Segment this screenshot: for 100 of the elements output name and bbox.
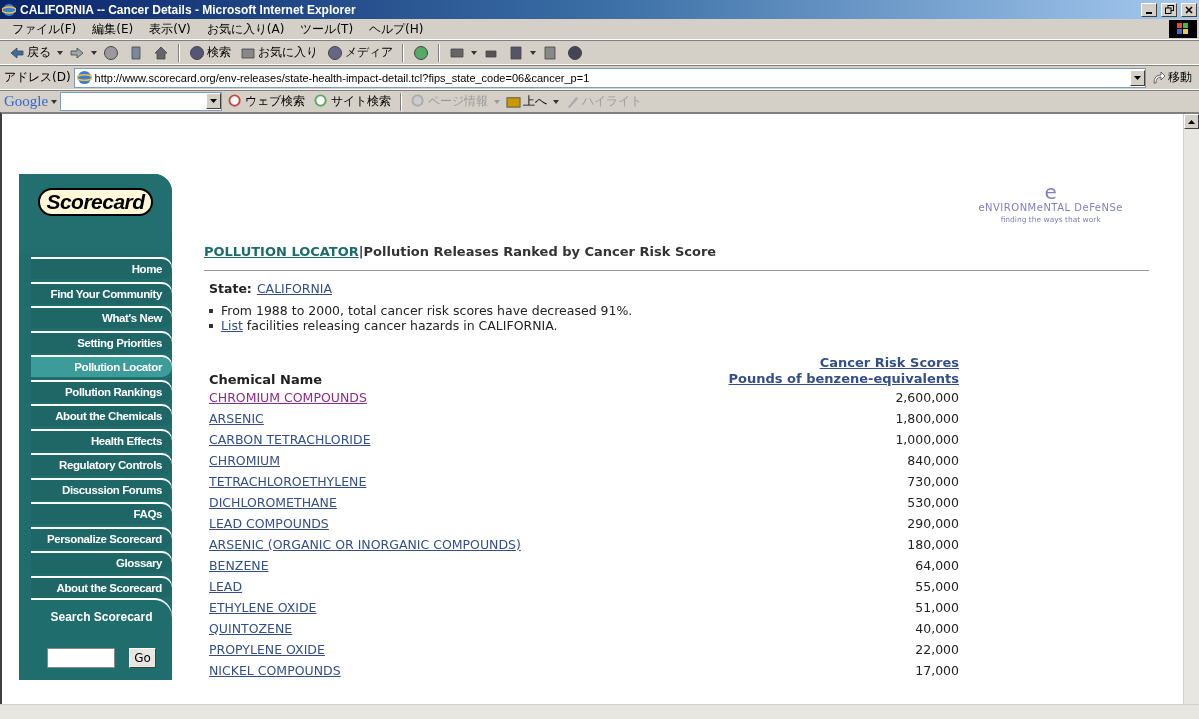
score-cell: 840,000 — [907, 453, 959, 468]
horizontal-scrollbar[interactable] — [0, 704, 1199, 719]
address-field[interactable]: http://www.scorecard.org/env-releases/state-health-impact-detail.tcl?fips_state_code=06&cancer_p=1 — [73, 67, 1146, 88]
chemical-link[interactable]: LEAD — [209, 579, 243, 594]
nav-link[interactable]: Find Your Community — [31, 283, 172, 304]
page-heading: |Pollution Releases Ranked by Cancer Risk Score — [358, 244, 717, 259]
toolbar-button[interactable]: 検索 — [186, 43, 234, 62]
nav-link[interactable]: Glossary — [31, 553, 172, 573]
restore-icon — [1164, 5, 1174, 14]
arrow-icon — [9, 44, 25, 61]
column-header-link[interactable]: Cancer Risk Scores — [819, 355, 959, 370]
chemical-link[interactable]: TETRACHLOROETHYLENE — [209, 474, 367, 489]
menu-item[interactable]: ヘルプ(H) — [361, 20, 432, 38]
nav-link[interactable]: Pollution Rankings — [31, 381, 172, 402]
column-header-link[interactable]: Pounds of benzene-equivalents — [728, 371, 959, 386]
google-toolbar-button[interactable]: サイト検索 — [311, 92, 395, 111]
circle-icon — [567, 44, 583, 61]
dropdown-arrow-icon — [494, 99, 501, 104]
score-cell: 180,000 — [907, 537, 959, 552]
dropdown-arrow-icon — [530, 50, 536, 55]
window-title: CALIFORNIA -- Cancer Details - Microsoft Internet Explorer — [20, 2, 356, 17]
score-cell: 55,000 — [915, 579, 959, 594]
score-cell: 730,000 — [907, 474, 959, 489]
menu-item[interactable]: 編集(E) — [84, 20, 142, 38]
close-icon — [1185, 5, 1193, 14]
nav-link[interactable]: FAQs — [31, 504, 172, 524]
google-toolbar-button[interactable]: 上へ — [503, 92, 551, 111]
chemical-link[interactable]: LEAD COMPOUNDS — [209, 516, 329, 531]
dropdown-arrow-icon — [210, 99, 218, 103]
dropdown-arrow-icon — [1134, 75, 1141, 80]
score-cell: 530,000 — [907, 495, 959, 510]
nav-link[interactable]: Home — [31, 259, 172, 279]
restore-button[interactable] — [1161, 2, 1177, 17]
home-icon — [153, 44, 169, 61]
menu-item[interactable]: ツール(T) — [292, 20, 362, 38]
go-button[interactable]: 移動 — [1149, 68, 1195, 87]
dropdown-arrow-icon — [553, 99, 560, 104]
google-logo[interactable]: Google — [4, 93, 49, 110]
nav-link[interactable]: About the Chemicals — [31, 406, 172, 426]
chemical-link[interactable]: BENZENE — [209, 558, 269, 573]
score-cell: 17,000 — [915, 663, 959, 678]
nav-link[interactable]: What's New — [31, 308, 172, 328]
nav-link[interactable]: Discussion Forums — [31, 479, 172, 500]
list-link[interactable]: List — [221, 318, 243, 333]
arrow-icon — [1152, 70, 1166, 85]
chemical-link[interactable]: ARSENIC (ORGANIC OR INORGANIC COMPOUNDS) — [209, 537, 521, 552]
windows-logo-icon — [1169, 20, 1197, 38]
dropdown-arrow-icon — [471, 50, 477, 55]
menu-item[interactable]: 表示(V) — [141, 20, 199, 38]
address-label: アドレス(D) — [4, 69, 71, 86]
circle-icon — [327, 44, 343, 61]
chemical-link[interactable]: ETHYLENE OXIDE — [209, 600, 317, 615]
scorecard-logo[interactable]: Scorecard — [38, 188, 153, 216]
score-cell: 290,000 — [907, 516, 959, 531]
breadcrumb-link[interactable]: POLLUTION LOCATOR — [204, 244, 359, 259]
state-label: State: — [209, 281, 252, 296]
chemical-link[interactable]: ARSENIC — [209, 411, 264, 426]
nav-link[interactable]: Health Effects — [31, 430, 172, 451]
minimize-icon — [1146, 11, 1152, 14]
google-toolbar-button[interactable]: ウェブ検索 — [225, 92, 309, 111]
menu-item[interactable]: お気に入り(A) — [198, 20, 293, 38]
dropdown-arrow-icon — [57, 50, 63, 55]
score-cell: 1,800,000 — [895, 411, 959, 426]
chemical-link[interactable]: CHROMIUM COMPOUNDS — [209, 390, 367, 405]
score-cell: 64,000 — [915, 558, 959, 573]
nav-link[interactable]: Setting Priorities — [31, 332, 172, 353]
chemical-link[interactable]: NICKEL COMPOUNDS — [209, 663, 341, 678]
circle-icon — [103, 44, 119, 61]
chemical-link[interactable]: QUINTOZENE — [209, 621, 293, 636]
search-field[interactable] — [47, 648, 116, 668]
minimize-button[interactable] — [1141, 2, 1157, 17]
score-cell: 2,600,000 — [895, 390, 959, 405]
toolbar-button[interactable]: メディア — [324, 43, 396, 62]
chemical-link[interactable]: DICHLOROMETHANE — [209, 495, 337, 510]
dropdown-arrow-icon — [91, 50, 97, 55]
toolbar-button[interactable]: 戻る — [6, 43, 54, 62]
chemical-link[interactable]: CARBON TETRACHLORIDE — [209, 432, 371, 447]
chemical-link[interactable]: CHROMIUM — [209, 453, 281, 468]
toolbar-button[interactable]: お気に入り — [237, 43, 321, 62]
close-button[interactable] — [1181, 2, 1197, 17]
nav-link[interactable]: Personalize Scorecard — [31, 528, 172, 549]
bullet-text: List facilities releasing cancer hazards in CALIFORNIA. — [221, 318, 558, 333]
go-button[interactable]: Go — [129, 648, 156, 668]
column-header: Chemical Name — [209, 372, 323, 387]
arrow-icon — [69, 44, 85, 61]
browser-icon — [2, 2, 16, 17]
score-cell: 1,000,000 — [895, 432, 959, 447]
google-search-field[interactable] — [60, 92, 223, 111]
bullet-text: From 1988 to 2000, total cancer risk scores have decreased 91%. — [221, 303, 633, 318]
state-link[interactable]: CALIFORNIA — [256, 281, 333, 296]
dropdown-arrow-icon — [51, 99, 58, 104]
nav-link[interactable]: About the Scorecard — [31, 577, 172, 598]
nav-link[interactable]: Regulatory Controls — [31, 455, 172, 475]
folder-icon — [506, 94, 522, 109]
vertical-scrollbar[interactable] — [1183, 114, 1199, 704]
scroll-up-icon — [1188, 119, 1195, 124]
menu-item[interactable]: ファイル(F) — [4, 20, 85, 38]
dropdown-button[interactable] — [1130, 69, 1145, 86]
chemical-link[interactable]: PROPYLENE OXIDE — [209, 642, 325, 657]
score-cell: 22,000 — [915, 642, 959, 657]
